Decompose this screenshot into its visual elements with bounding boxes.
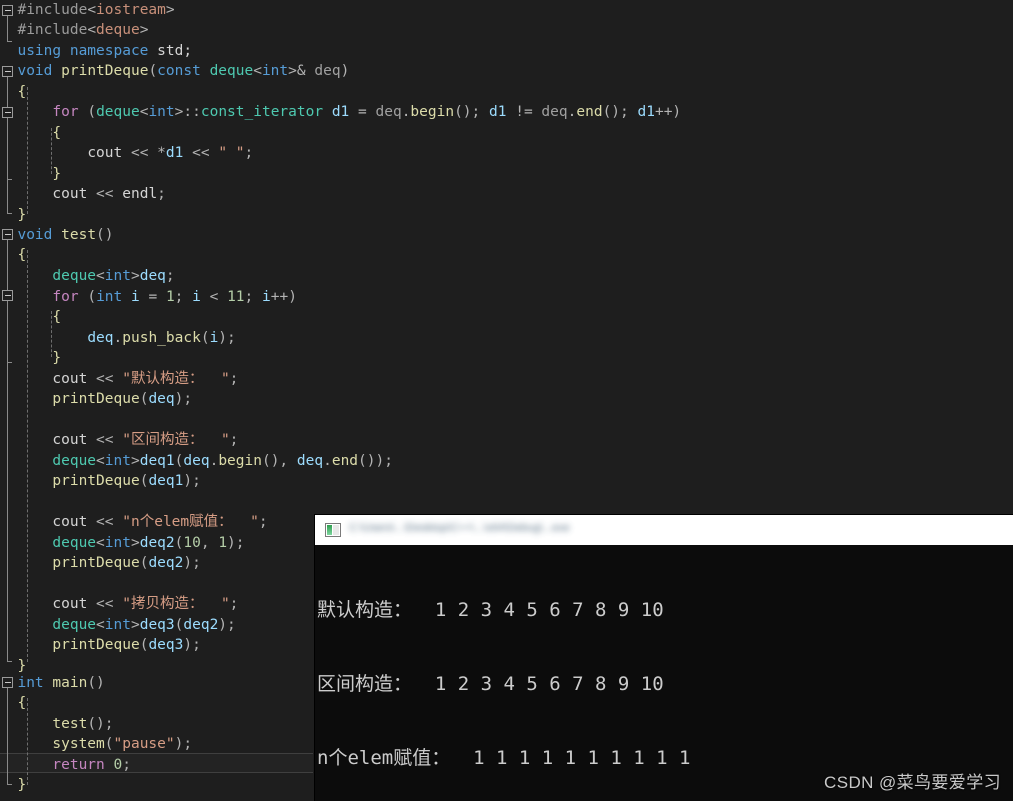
code-line[interactable]: deq.push_back(i); xyxy=(0,328,1013,348)
console-titlebar[interactable]: C:\Users\...\Desktop\C++\...\x64\Debug\.… xyxy=(315,515,1013,545)
code-line[interactable]: void test() xyxy=(0,225,1013,245)
code-line[interactable]: { xyxy=(0,245,1013,265)
code-line[interactable]: } xyxy=(0,205,1013,225)
code-line[interactable]: cout << "默认构造： "; xyxy=(0,369,1013,389)
code-line[interactable]: deque<int>deq; xyxy=(0,266,1013,286)
code-line[interactable]: printDeque(deq); xyxy=(0,389,1013,409)
code-line[interactable] xyxy=(0,410,1013,430)
console-title-text: C:\Users\...\Desktop\C++\...\x64\Debug\.… xyxy=(349,522,570,534)
code-line[interactable]: } xyxy=(0,164,1013,184)
code-line[interactable]: { xyxy=(0,307,1013,327)
code-line[interactable]: void printDeque(const deque<int>& deq) xyxy=(0,61,1013,81)
console-window[interactable]: C:\Users\...\Desktop\C++\...\x64\Debug\.… xyxy=(315,515,1013,801)
code-line[interactable]: cout << endl; xyxy=(0,184,1013,204)
code-line[interactable]: #include<iostream> xyxy=(0,0,1013,20)
code-line[interactable]: deque<int>deq1(deq.begin(), deq.end()); xyxy=(0,451,1013,471)
code-line[interactable]: for (deque<int>::const_iterator d1 = deq… xyxy=(0,102,1013,122)
code-line[interactable]: } xyxy=(0,348,1013,368)
console-line: 区间构造： 1 2 3 4 5 6 7 8 9 10 xyxy=(317,672,664,695)
code-line[interactable] xyxy=(0,492,1013,512)
console-app-icon xyxy=(325,523,341,537)
code-line[interactable]: cout << "区间构造： "; xyxy=(0,430,1013,450)
code-line[interactable]: { xyxy=(0,82,1013,102)
code-line[interactable]: printDeque(deq1); xyxy=(0,471,1013,491)
code-line[interactable]: using namespace std; xyxy=(0,41,1013,61)
console-line: n个elem赋值： 1 1 1 1 1 1 1 1 1 1 xyxy=(317,746,691,769)
console-output: 默认构造： 1 2 3 4 5 6 7 8 9 10 区间构造： 1 2 3 4… xyxy=(315,545,1013,801)
code-line[interactable]: { xyxy=(0,123,1013,143)
csdn-watermark: CSDN @菜鸟要爱学习 xyxy=(824,773,1001,792)
code-line[interactable]: #include<deque> xyxy=(0,20,1013,40)
code-line[interactable]: for (int i = 1; i < 11; i++) xyxy=(0,287,1013,307)
code-line[interactable]: cout << *d1 << " "; xyxy=(0,143,1013,163)
console-line: 默认构造： 1 2 3 4 5 6 7 8 9 10 xyxy=(317,599,664,622)
